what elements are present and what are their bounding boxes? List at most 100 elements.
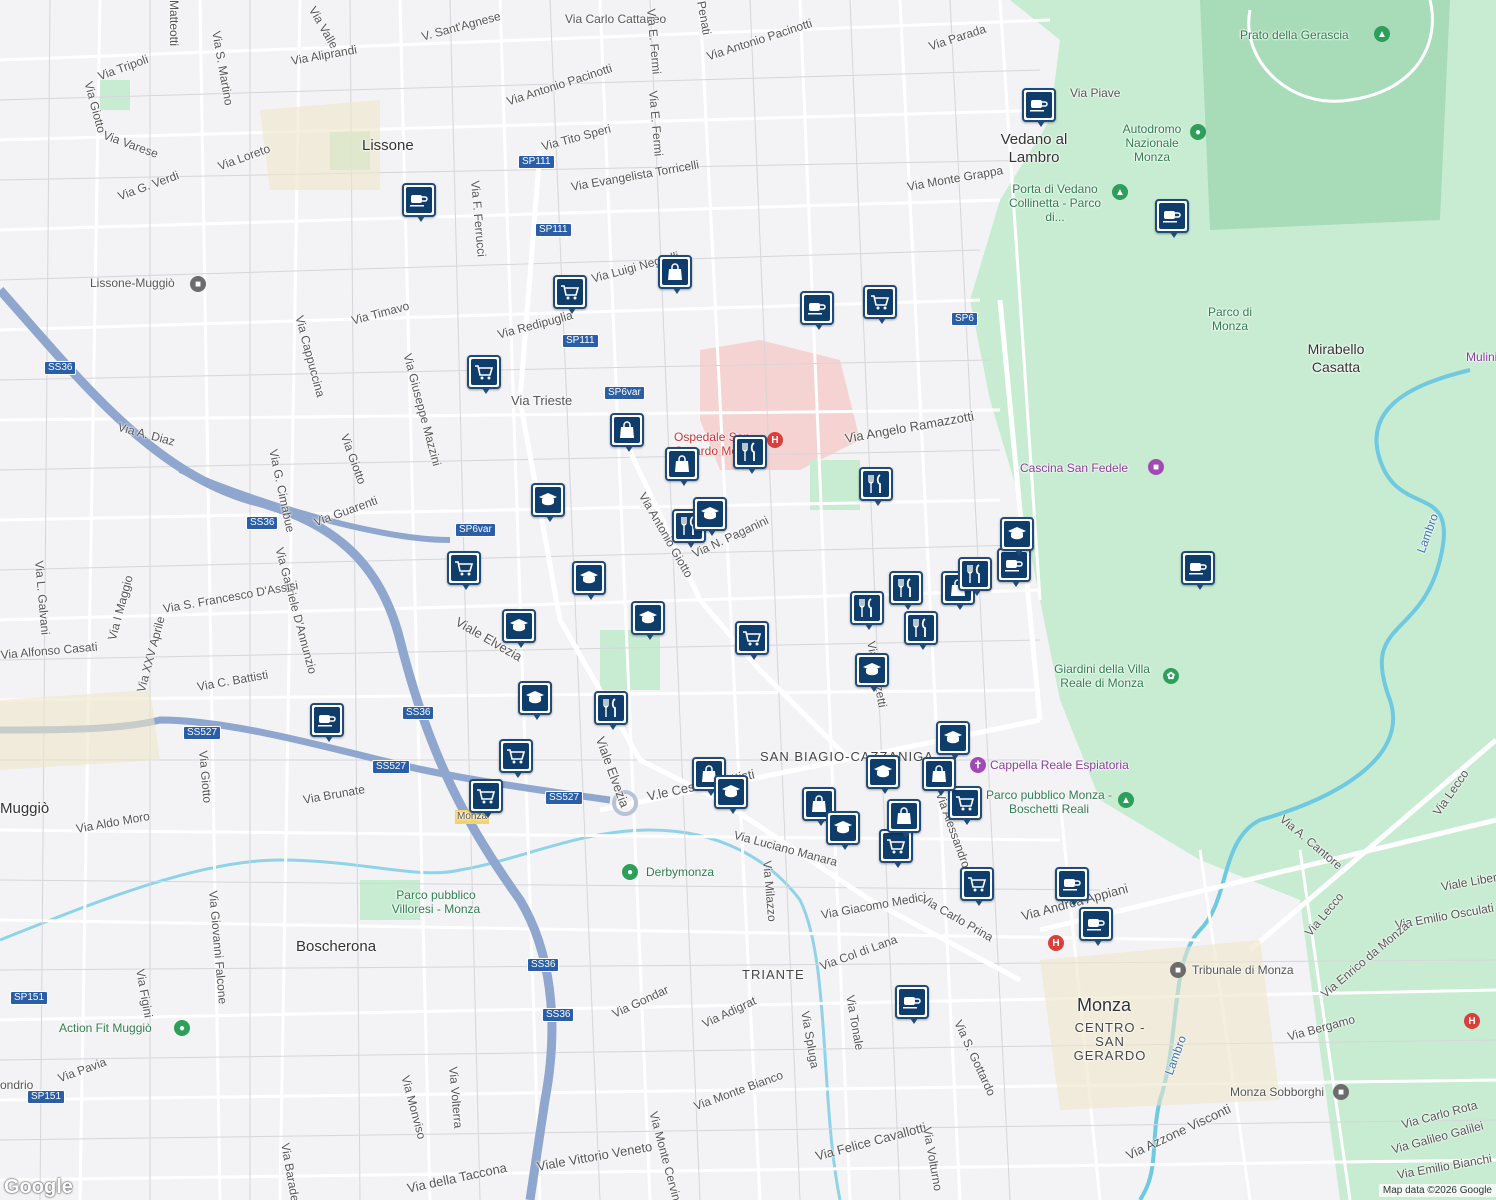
cafe-marker[interactable] — [800, 291, 834, 330]
cafe-icon — [1159, 203, 1185, 229]
road-shield: SS527 — [183, 726, 222, 740]
cafe-marker[interactable] — [1155, 199, 1189, 238]
school-marker[interactable] — [572, 561, 606, 600]
supermarket-marker[interactable] — [948, 786, 982, 825]
supermarket-marker[interactable] — [863, 285, 897, 324]
road-shield: SP151 — [27, 1090, 66, 1104]
train-pin-icon: ■ — [190, 276, 206, 292]
landmark-tribunale[interactable]: Tribunale di Monza — [1192, 963, 1294, 977]
landmark-actionfit[interactable]: Action Fit Muggiò — [59, 1021, 152, 1035]
landmark-cascina[interactable]: Cascina San Fedele — [1020, 461, 1128, 475]
restaurant-marker[interactable] — [904, 611, 938, 650]
cafe-marker[interactable] — [1181, 551, 1215, 590]
map-canvas[interactable]: Lissone Vedano al Lambro Monza CENTRO - … — [0, 0, 1496, 1200]
supermarket-marker[interactable] — [553, 275, 587, 314]
landmark-derbymonza[interactable]: Derbymonza — [646, 865, 714, 879]
supermarket-marker[interactable] — [960, 867, 994, 906]
landmark-monza-sobborghi[interactable]: Monza Sobborghi — [1230, 1085, 1324, 1099]
road-shield: SS36 — [527, 958, 560, 972]
cafe-icon — [1185, 555, 1211, 581]
map-attribution[interactable]: Map data ©2026 Google — [1378, 1184, 1496, 1197]
store-marker[interactable] — [922, 757, 956, 796]
school-marker[interactable] — [631, 601, 665, 640]
landmark-autodromo[interactable]: Autodromo Nazionale Monza — [1112, 122, 1192, 164]
school-marker[interactable] — [714, 775, 748, 814]
road-shield: SP111 — [535, 223, 572, 237]
restaurant-marker[interactable] — [958, 557, 992, 596]
sport-pin-icon: ● — [622, 864, 638, 880]
landmark-prato[interactable]: Prato della Gerascia — [1240, 28, 1349, 42]
school-icon — [870, 759, 896, 785]
store-marker[interactable] — [610, 413, 644, 452]
road-shield: SP111 — [562, 334, 599, 348]
restaurant-marker[interactable] — [594, 691, 628, 730]
road-shield: SS527 — [545, 791, 584, 805]
school-icon — [1004, 521, 1030, 547]
place-mulini: Mulini — [1466, 350, 1496, 364]
school-marker[interactable] — [936, 721, 970, 760]
church-pin-icon: ✝ — [970, 757, 986, 773]
road-shield: SP111 — [518, 155, 555, 169]
supermarket-marker[interactable] — [467, 355, 501, 394]
school-marker[interactable] — [866, 755, 900, 794]
cafe-marker[interactable] — [895, 985, 929, 1024]
restaurant-marker[interactable] — [889, 571, 923, 610]
landmark-giardini[interactable]: Giardini della Villa Reale di Monza — [1043, 662, 1161, 690]
cart-icon — [471, 359, 497, 385]
cafe-icon — [804, 295, 830, 321]
race-pin-icon: ● — [1190, 124, 1206, 140]
hospital-pin-icon: H — [767, 432, 783, 448]
school-icon — [535, 487, 561, 513]
supermarket-marker[interactable] — [469, 779, 503, 818]
cafe-marker[interactable] — [310, 703, 344, 742]
school-icon — [718, 779, 744, 805]
supermarket-marker[interactable] — [447, 551, 481, 590]
road-shield: SP151 — [10, 991, 49, 1005]
cafe-marker[interactable] — [1079, 907, 1113, 946]
school-icon — [940, 725, 966, 751]
supermarket-marker[interactable] — [735, 621, 769, 660]
store-marker[interactable] — [665, 447, 699, 486]
road-shield: SP6 — [951, 312, 978, 326]
landmark-villoresi[interactable]: Parco pubblico Villoresi - Monza — [388, 888, 484, 916]
court-pin-icon: ■ — [1170, 962, 1186, 978]
road-shield: SP6var — [604, 386, 645, 400]
school-marker[interactable] — [855, 653, 889, 692]
restaurant-icon — [863, 471, 889, 497]
road-shield: SP6var — [455, 523, 496, 537]
school-marker[interactable] — [502, 609, 536, 648]
road-shield: SS36 — [44, 361, 77, 375]
place-boscherona: Boscherona — [296, 938, 377, 955]
school-icon — [859, 657, 885, 683]
cart-icon — [473, 783, 499, 809]
restaurant-marker[interactable] — [859, 467, 893, 506]
school-icon — [635, 605, 661, 631]
cafe-marker[interactable] — [997, 548, 1031, 587]
cafe-marker[interactable] — [1022, 88, 1056, 127]
hospital-pin-icon: H — [1464, 1013, 1480, 1029]
cart-icon — [964, 871, 990, 897]
landmark-lissone-muggio[interactable]: Lissone-Muggiò — [90, 276, 175, 290]
school-marker[interactable] — [518, 681, 552, 720]
cafe-icon — [1059, 871, 1085, 897]
landmark-cappella[interactable]: Cappella Reale Espiatoria — [990, 758, 1129, 772]
supermarket-marker[interactable] — [499, 739, 533, 778]
school-marker[interactable] — [1000, 517, 1034, 556]
cafe-marker[interactable] — [1055, 867, 1089, 906]
place-san-biagio: SAN BIAGIO-CAZZANIGA — [760, 749, 934, 764]
cart-icon — [867, 289, 893, 315]
cafe-marker[interactable] — [402, 183, 436, 222]
park-small — [100, 80, 130, 110]
cart-icon — [451, 555, 477, 581]
school-marker[interactable] — [531, 483, 565, 522]
store-marker[interactable] — [887, 799, 921, 838]
landmark-boschetti[interactable]: Parco pubblico Monza - Boschetti Reali — [984, 788, 1114, 816]
restaurant-marker[interactable] — [850, 591, 884, 630]
school-marker[interactable] — [826, 811, 860, 850]
cart-icon — [557, 279, 583, 305]
landmark-porta-vedano[interactable]: Porta di Vedano Collinetta - Parco di... — [1002, 182, 1108, 224]
restaurant-marker[interactable] — [733, 435, 767, 474]
store-marker[interactable] — [658, 255, 692, 294]
school-marker[interactable] — [693, 497, 727, 536]
road-shield: SS36 — [402, 706, 435, 720]
